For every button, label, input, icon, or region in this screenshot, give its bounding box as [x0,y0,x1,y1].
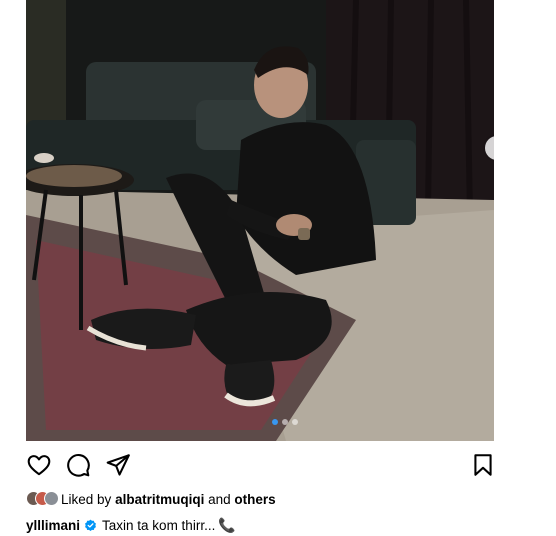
comment-bubble-icon [67,454,90,477]
post-image[interactable] [26,0,494,441]
post-photo-illustration [26,0,494,441]
likes-conjunction: and [208,491,231,507]
carousel-indicator [272,419,298,425]
comment-button[interactable] [65,452,91,478]
caption-username-link[interactable]: ylllimani [26,518,80,533]
like-button[interactable] [26,452,52,478]
post-action-bar [26,452,494,480]
chevron-right-icon [491,142,494,154]
paper-plane-icon [106,454,130,476]
telephone-receiver-emoji-icon: 📞 [218,516,236,533]
heart-icon [27,455,51,476]
caption-text: Taxin ta kom thirr... [102,517,216,533]
bookmark-icon [474,454,492,476]
liker-username-link[interactable]: albatritmuqiqi [115,492,204,507]
liker-avatars[interactable] [26,491,59,507]
carousel-dot [282,419,288,425]
avatar [44,491,59,506]
post-caption: ylllimani Taxin ta kom thirr... 📞 [26,515,236,535]
carousel-dot [272,419,278,425]
share-button[interactable] [105,452,131,478]
verified-badge-icon [85,519,96,531]
save-button[interactable] [470,452,496,478]
likes-summary: Liked by albatritmuqiqi and others [26,489,276,509]
carousel-dot [292,419,298,425]
likes-prefix: Liked by [61,491,112,507]
likes-others-link[interactable]: others [234,492,275,507]
